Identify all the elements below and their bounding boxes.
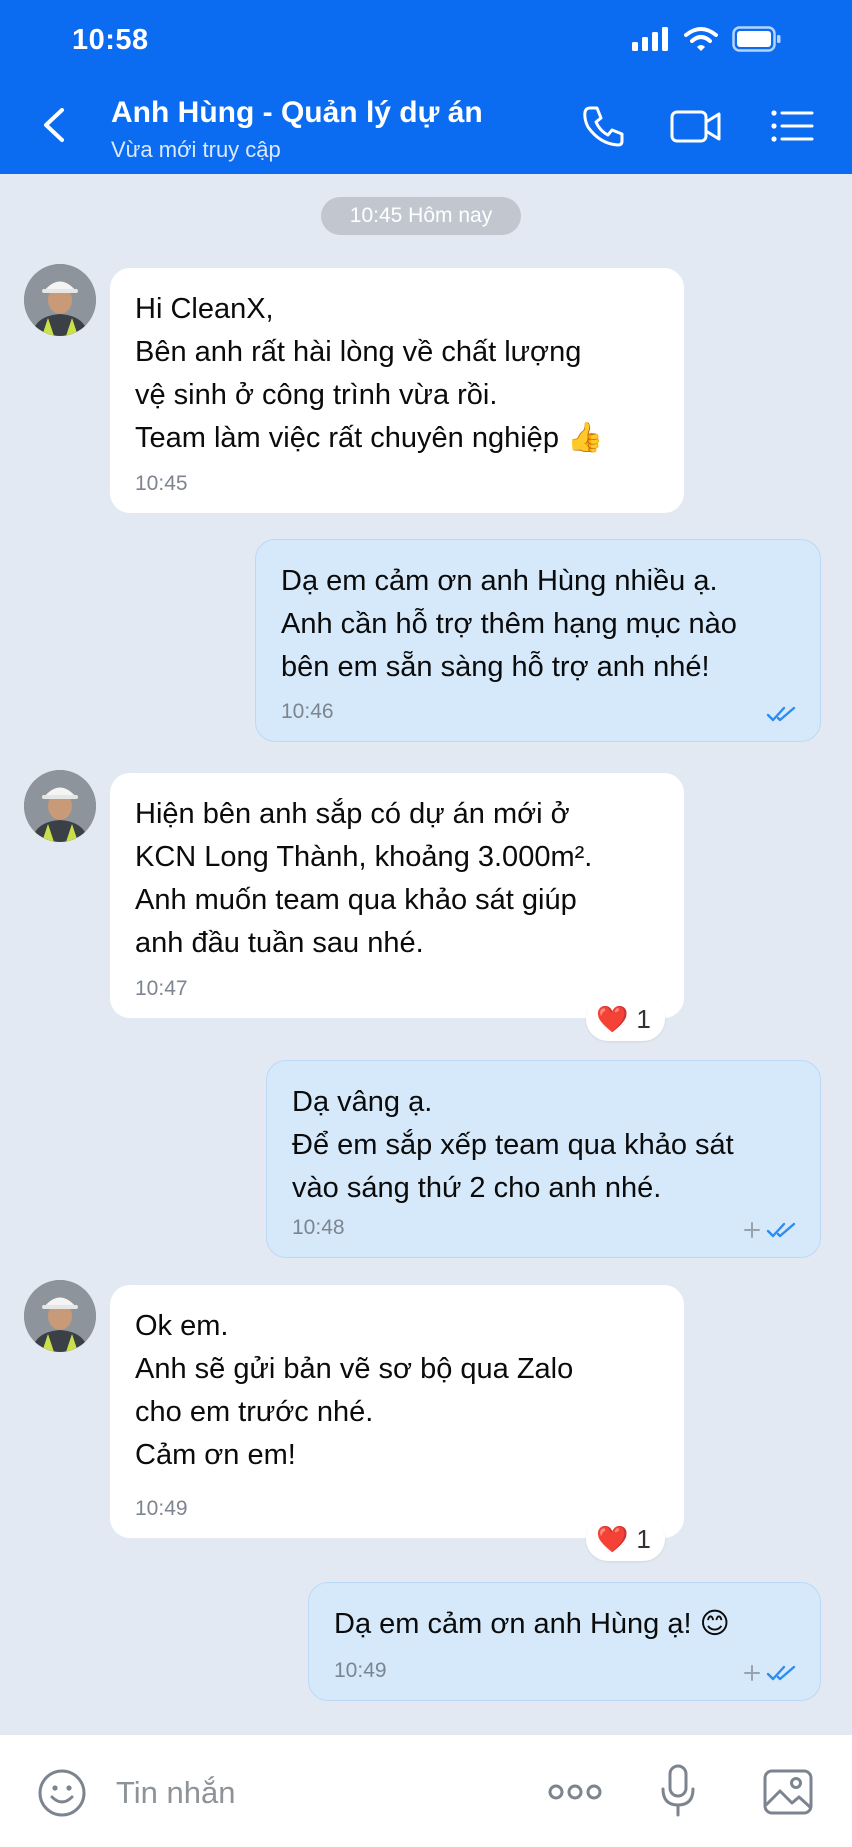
read-receipt (744, 1664, 798, 1682)
chat-status: Vừa mới truy cập (111, 137, 281, 162)
message-text: Dạ em cảm ơn anh Hùng ạ! 😊 (334, 1608, 730, 1640)
message-time: 10:45 (135, 472, 188, 495)
wifi-icon (684, 27, 718, 51)
more-options-icon[interactable] (548, 1777, 602, 1807)
back-icon[interactable] (34, 100, 74, 150)
chat-header: 10:58 Anh Hùng - Quản lý dự án Vừa mới t… (0, 0, 852, 174)
list-menu-icon[interactable] (766, 100, 818, 152)
message-time: 10:49 (135, 1497, 188, 1520)
chat-title[interactable]: Anh Hùng - Quản lý dự án (111, 96, 483, 130)
double-check-icon (766, 1222, 796, 1238)
avatar-photo (24, 770, 96, 842)
avatar[interactable] (24, 1280, 96, 1352)
message-time: 10:47 (135, 977, 188, 1000)
message-text: Hiện bên anh sắp có dự án mới ở KCN Long… (135, 798, 593, 959)
avatar-photo (24, 264, 96, 336)
message-bubble-incoming[interactable]: Hi CleanX, Bên anh rất hài lòng về chất … (110, 268, 684, 513)
message-time: 10:49 (334, 1659, 387, 1682)
status-bar-icons (632, 26, 782, 52)
double-check-icon (766, 1665, 796, 1681)
message-time: 10:46 (281, 700, 334, 723)
date-separator: 10:45 Hôm nay (321, 197, 521, 235)
message-time: 10:48 (292, 1216, 345, 1239)
message-text: Hi CleanX, Bên anh rất hài lòng về chất … (135, 293, 604, 454)
message-text: Ok em. Anh sẽ gửi bản vẽ sơ bộ qua Zalo … (135, 1310, 574, 1471)
message-input[interactable]: Tin nhắn (116, 1775, 236, 1811)
heart-icon: ❤️ (596, 1003, 629, 1034)
read-receipt (766, 705, 798, 723)
microphone-icon[interactable] (658, 1763, 698, 1819)
double-check-icon (766, 706, 796, 722)
message-bubble-outgoing[interactable]: Dạ em cảm ơn anh Hùng ạ! 😊 10:49 (308, 1582, 821, 1701)
heart-icon: ❤️ (596, 1523, 629, 1554)
signal-icon (632, 27, 668, 51)
avatar[interactable] (24, 770, 96, 842)
read-receipt (744, 1221, 798, 1239)
reaction-badge[interactable]: ❤️ 1 (586, 997, 665, 1041)
message-input-bar: Tin nhắn (0, 1735, 852, 1847)
reaction-count: 1 (636, 1003, 651, 1034)
message-bubble-outgoing[interactable]: Dạ vâng ạ. Để em sắp xếp team qua khảo s… (266, 1060, 821, 1258)
phone-icon[interactable] (578, 100, 630, 152)
message-bubble-incoming[interactable]: Hiện bên anh sắp có dự án mới ở KCN Long… (110, 773, 684, 1018)
pin-icon (744, 1665, 760, 1681)
reaction-count: 1 (636, 1523, 651, 1554)
pin-icon (744, 1222, 760, 1238)
status-bar-time: 10:58 (72, 24, 149, 56)
battery-icon (732, 26, 781, 52)
avatar-photo (24, 1280, 96, 1352)
emoji-icon[interactable] (36, 1767, 88, 1819)
message-bubble-outgoing[interactable]: Dạ em cảm ơn anh Hùng nhiều ạ. Anh cần h… (255, 539, 821, 742)
avatar[interactable] (24, 264, 96, 336)
message-text: Dạ em cảm ơn anh Hùng nhiều ạ. Anh cần h… (281, 565, 737, 683)
reaction-badge[interactable]: ❤️ 1 (586, 1517, 665, 1561)
message-bubble-incoming[interactable]: Ok em. Anh sẽ gửi bản vẽ sơ bộ qua Zalo … (110, 1285, 684, 1538)
message-text: Dạ vâng ạ. Để em sắp xếp team qua khảo s… (292, 1086, 734, 1204)
video-call-icon[interactable] (668, 100, 724, 152)
image-gallery-icon[interactable] (762, 1767, 814, 1817)
